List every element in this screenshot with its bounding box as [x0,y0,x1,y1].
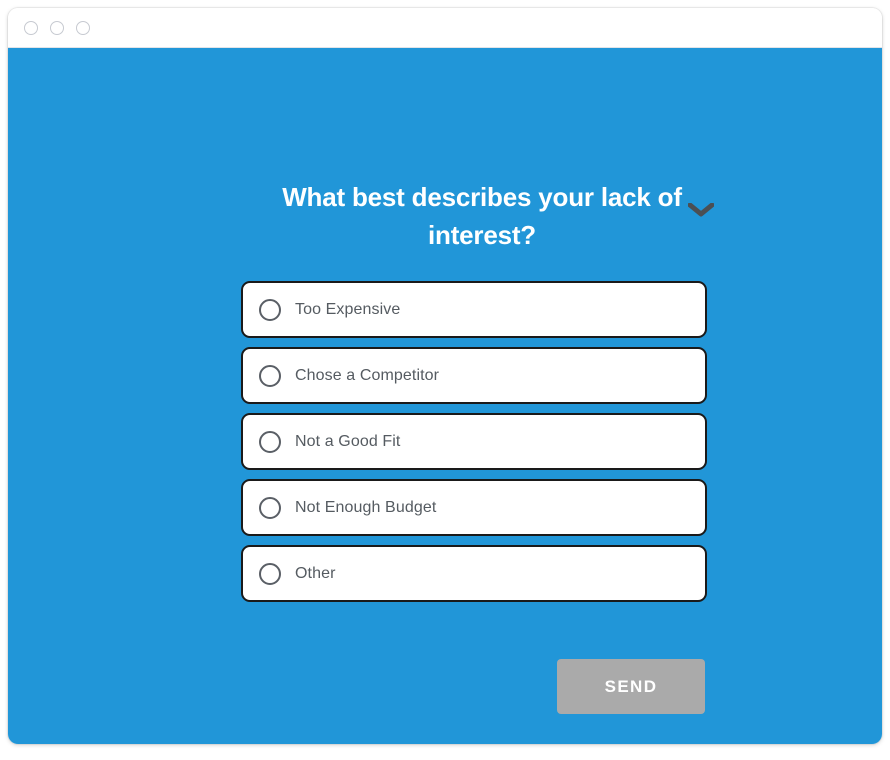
survey-canvas: What best describes your lack of interes… [8,48,882,744]
close-dot[interactable] [24,20,38,35]
radio-icon[interactable] [259,496,281,519]
option-too-expensive[interactable]: Too Expensive [241,281,707,338]
maximize-dot[interactable] [76,20,90,35]
radio-icon[interactable] [259,430,281,453]
option-label: Too Expensive [295,300,401,318]
radio-icon[interactable] [259,562,281,585]
browser-window: What best describes your lack of interes… [8,8,882,744]
app-root: What best describes your lack of interes… [0,0,890,760]
option-not-enough-budget[interactable]: Not Enough Budget [241,479,707,536]
minimize-dot[interactable] [50,20,64,35]
browser-titlebar [8,8,882,48]
option-label: Other [295,564,336,582]
radio-icon[interactable] [259,364,281,387]
survey-options-list: Too Expensive Chose a Competitor Not a G… [241,281,715,611]
option-other[interactable]: Other [241,545,707,602]
option-label: Chose a Competitor [295,366,440,384]
option-chose-a-competitor[interactable]: Chose a Competitor [241,347,707,404]
page-title: What best describes your lack of interes… [282,182,682,250]
option-label: Not a Good Fit [295,432,401,450]
radio-icon[interactable] [259,298,281,321]
option-label: Not Enough Budget [295,498,437,516]
option-not-a-good-fit[interactable]: Not a Good Fit [241,413,707,470]
send-button[interactable]: SEND [557,659,705,714]
